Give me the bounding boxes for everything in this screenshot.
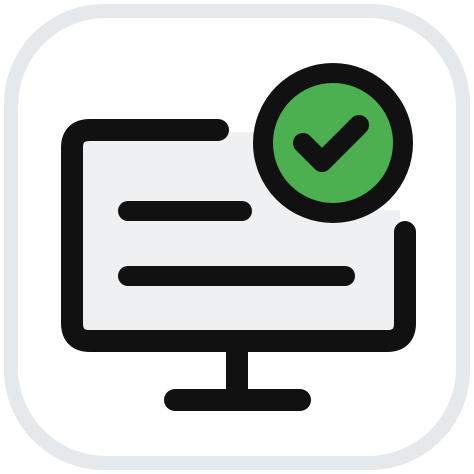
monitor-check-icon bbox=[4, 4, 470, 470]
icon-canvas bbox=[0, 0, 474, 474]
